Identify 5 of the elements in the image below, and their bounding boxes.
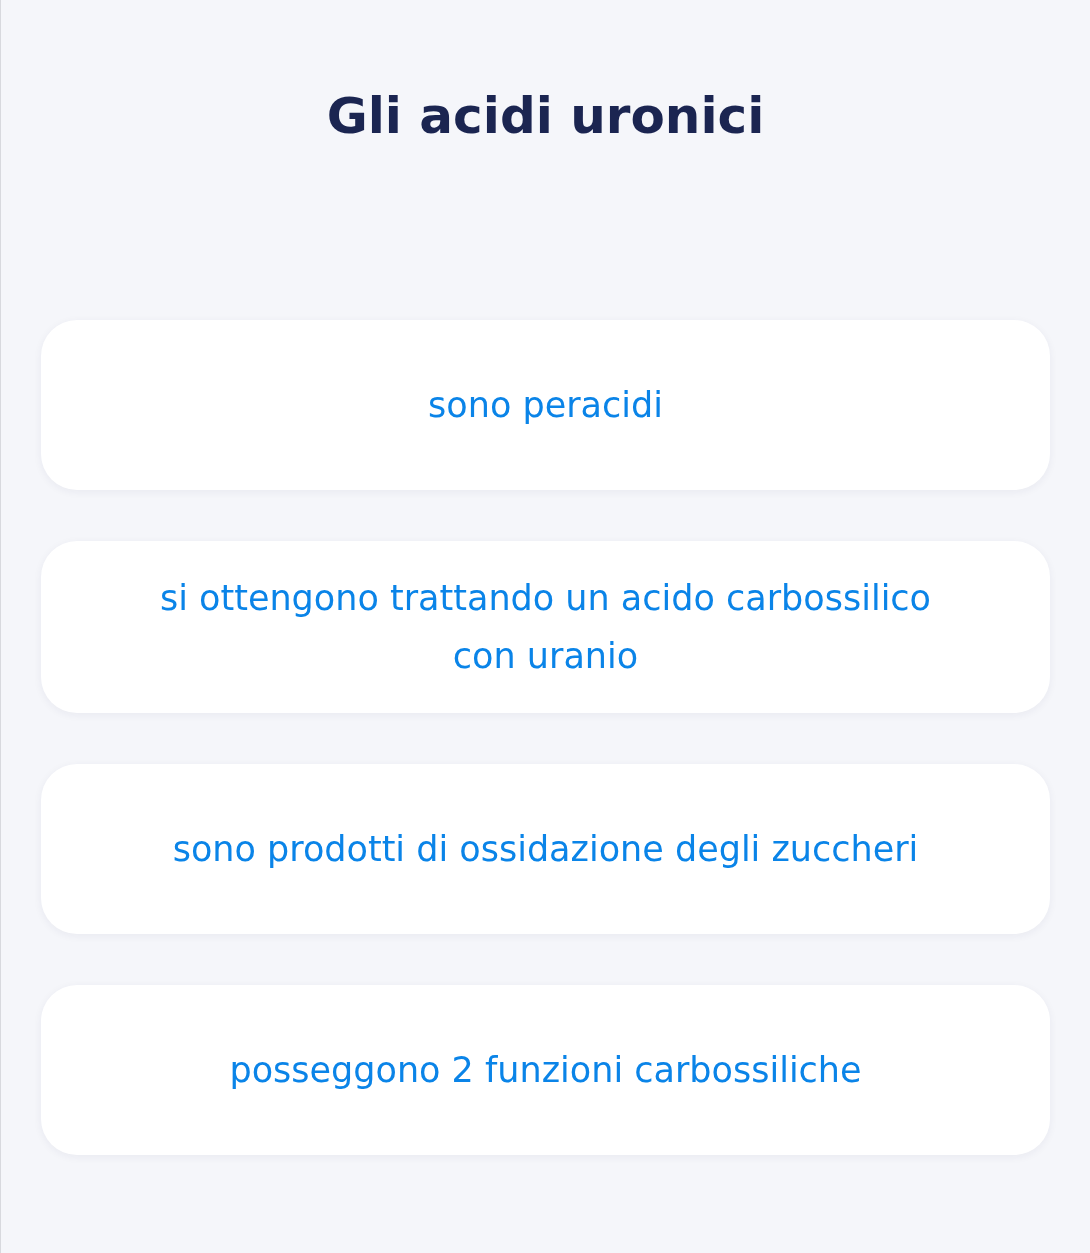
answer-option[interactable]: posseggono 2 funzioni carbossiliche [41, 985, 1050, 1155]
question-title: Gli acidi uronici [326, 86, 765, 147]
answer-option[interactable]: sono prodotti di ossidazione degli zuccheri [41, 764, 1050, 934]
answer-option[interactable]: sono peracidi [41, 320, 1050, 490]
answer-option[interactable]: si ottengono trattando un acido carbossilico con uranio [41, 541, 1050, 713]
